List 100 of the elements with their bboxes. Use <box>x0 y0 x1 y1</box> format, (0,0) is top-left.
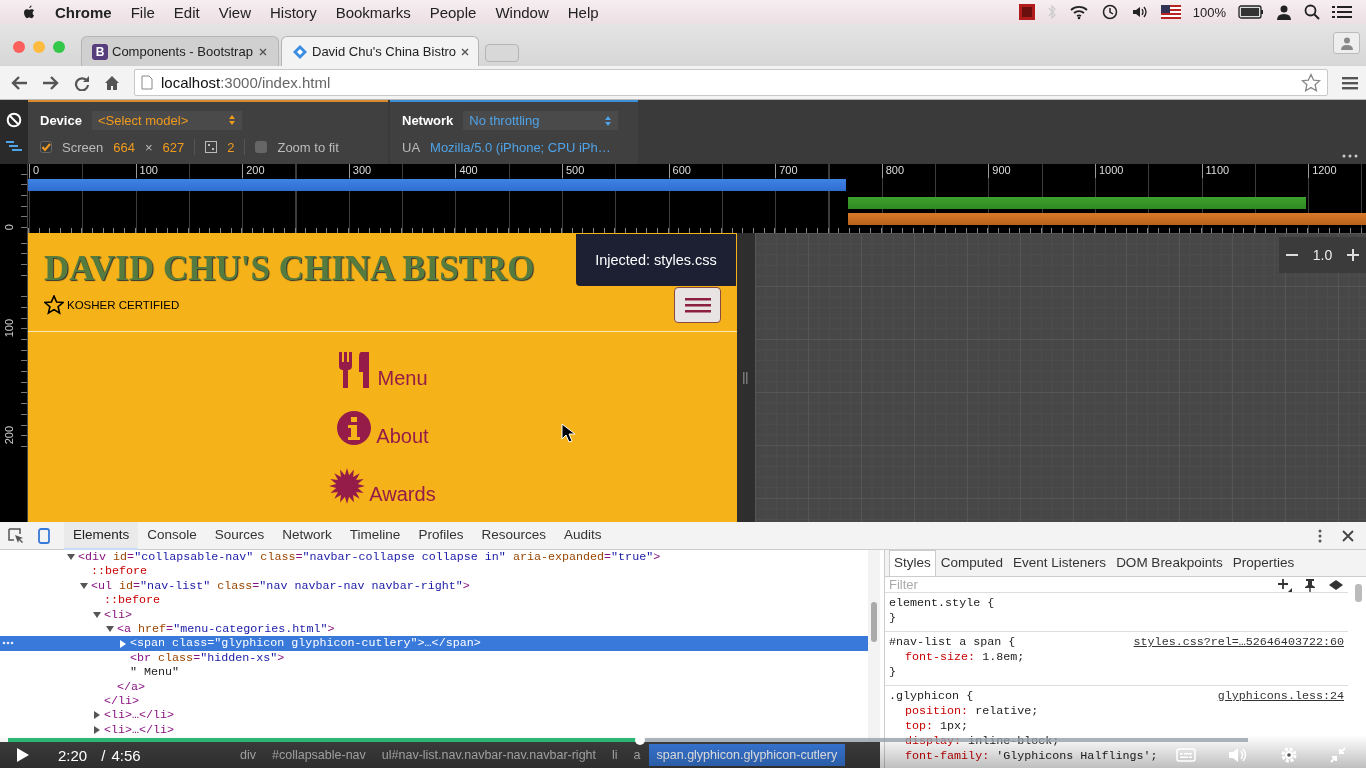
dom-node[interactable]: ::before <box>0 593 868 608</box>
play-icon[interactable] <box>16 747 30 763</box>
block-icon[interactable] <box>6 112 22 128</box>
closing-tag[interactable]: </a> <box>0 679 868 694</box>
list-icon[interactable] <box>1332 4 1352 20</box>
caret-icon[interactable] <box>105 625 115 634</box>
devtools-tab[interactable]: Timeline <box>340 521 410 550</box>
menu-item[interactable]: Window <box>495 3 549 21</box>
sidebar-tab[interactable]: Computed <box>935 550 1009 576</box>
profile-button[interactable] <box>1333 32 1360 54</box>
dom-node[interactable]: <li>…</li> <box>0 722 868 738</box>
breadcrumb[interactable]: a <box>625 744 649 766</box>
close-icon[interactable] <box>258 46 268 57</box>
sidebar-tab[interactable]: DOM Breakpoints <box>1111 550 1228 576</box>
user-agent-value[interactable]: Mozilla/5.0 (iPhone; CPU iPh… <box>430 140 611 155</box>
device-icon[interactable] <box>38 527 50 544</box>
dom-node[interactable]: <br class="hidden-xs"> <box>0 650 868 666</box>
media-query-icon[interactable] <box>6 140 22 152</box>
checkbox[interactable] <box>40 141 52 154</box>
css-property[interactable]: position: relative; <box>905 704 1039 719</box>
caret-icon[interactable] <box>92 610 102 619</box>
model-dropdown[interactable]: <Select model> <box>91 110 242 130</box>
close-icon[interactable] <box>1342 529 1354 542</box>
address-field[interactable]: localhost:3000/index.html <box>134 69 1328 96</box>
caret-icon[interactable] <box>66 553 76 562</box>
more-icon[interactable] <box>2 641 14 646</box>
dom-node[interactable]: <span class="glyphicon glyphicon-cutlery">…</span> <box>0 636 868 651</box>
menu-item[interactable]: View <box>218 3 251 21</box>
more-icon[interactable] <box>1318 528 1322 543</box>
height-value[interactable]: 627 <box>162 139 185 155</box>
wifi-icon[interactable] <box>1068 4 1089 20</box>
breadcrumb[interactable]: ul#nav-list.nav.navbar-nav.navbar-right <box>373 744 605 766</box>
user-icon[interactable] <box>1276 4 1292 20</box>
css-property[interactable]: font-family: 'Glyphicons Halflings'; <box>905 749 1158 764</box>
pixel-ratio-value[interactable]: 2 <box>227 139 235 155</box>
devtools-tab[interactable]: Console <box>138 521 206 550</box>
app-menu[interactable]: Chrome <box>55 3 112 21</box>
dom-node[interactable]: <ul id="nav-list" class="nav navbar-nav navbar-right"> <box>0 578 868 594</box>
sidebar-tab[interactable]: Styles <box>889 550 936 576</box>
devtools-tab[interactable]: Elements <box>64 521 139 550</box>
source-link[interactable]: styles.css?rel=…52646403722:60 <box>1133 635 1344 650</box>
css-property[interactable]: top: 1px; <box>905 719 969 734</box>
close-icon[interactable] <box>460 46 471 57</box>
devtools-tab[interactable]: Sources <box>205 521 274 550</box>
closing-tag[interactable]: </li> <box>0 693 868 709</box>
dom-node[interactable]: <li>…</li> <box>0 708 868 723</box>
caret-icon[interactable] <box>118 639 128 648</box>
nav-link[interactable]: About <box>336 410 429 446</box>
breadcrumb[interactable]: li <box>604 744 626 766</box>
new-rule-icon[interactable] <box>1278 577 1292 592</box>
dom-node[interactable]: <a href="menu-categories.html"> <box>0 621 868 637</box>
breadcrumb[interactable]: div <box>232 744 264 766</box>
reload-icon[interactable] <box>74 74 90 91</box>
width-value[interactable]: 664 <box>113 139 135 155</box>
scrollbar-thumb[interactable] <box>871 602 877 642</box>
devtools-tab[interactable]: Network <box>273 521 341 550</box>
source-link[interactable]: glyphicons.less:24 <box>1217 689 1344 704</box>
dom-node[interactable]: <li> <box>0 607 868 622</box>
caret-icon[interactable] <box>79 581 89 590</box>
home-icon[interactable] <box>104 74 120 91</box>
sidebar-tab[interactable]: Event Listeners <box>1008 550 1112 576</box>
search-icon[interactable] <box>1304 4 1320 20</box>
square-icon[interactable] <box>1018 4 1035 20</box>
nav-link[interactable]: Awards <box>329 468 436 504</box>
filter-field[interactable]: Filter <box>889 577 1266 592</box>
inspect-icon[interactable] <box>8 527 24 544</box>
menu-icon[interactable] <box>1342 75 1358 90</box>
zoom-control[interactable]: 1.0 <box>1279 237 1366 273</box>
back-icon[interactable] <box>10 74 28 91</box>
browser-tab[interactable]: David Chu's China Bistro <box>281 36 479 66</box>
menu-item[interactable]: People <box>429 3 477 21</box>
flag-icon[interactable] <box>1160 5 1181 19</box>
dom-node[interactable]: <div id="collapsable-nav" class="navbar-collapse collapse in" aria-expanded="true"> <box>0 550 868 565</box>
menu-toggle-button[interactable] <box>674 287 721 323</box>
dom-node[interactable]: ::before <box>0 564 868 579</box>
devtools-tab[interactable]: Resources <box>472 521 555 550</box>
pin-icon[interactable] <box>1304 577 1316 592</box>
clock-icon[interactable] <box>1100 4 1119 20</box>
devtools-tab[interactable]: Profiles <box>409 521 473 550</box>
menu-item[interactable]: Help <box>567 3 599 21</box>
browser-tab[interactable]: B Components - Bootstrap <box>81 36 279 66</box>
scrollbar-thumb[interactable] <box>1355 584 1362 602</box>
plus-icon[interactable] <box>1346 249 1359 261</box>
menu-item[interactable]: History <box>269 3 317 21</box>
battery-icon[interactable] <box>1238 5 1264 19</box>
breadcrumb[interactable]: #collapsable-nav <box>264 744 374 766</box>
css-property[interactable]: font-size: 1.8em; <box>905 650 1025 665</box>
devtools-tab[interactable]: Audits <box>554 521 611 550</box>
more-icon[interactable] <box>1342 154 1358 158</box>
dom-node[interactable]: " Menu" <box>0 665 868 680</box>
forward-icon[interactable] <box>42 74 60 91</box>
caret-icon[interactable] <box>92 711 102 720</box>
menu-item[interactable]: File <box>130 3 155 21</box>
menu-item[interactable]: Bookmarks <box>335 3 411 21</box>
volume-icon[interactable] <box>1130 4 1149 20</box>
star-icon[interactable] <box>1301 72 1321 93</box>
breadcrumb[interactable]: span.glyphicon.glyphicon-cutlery <box>648 744 846 766</box>
settings-icon[interactable] <box>1280 746 1298 764</box>
checkbox[interactable] <box>255 141 268 154</box>
resize-handle[interactable] <box>737 233 755 522</box>
